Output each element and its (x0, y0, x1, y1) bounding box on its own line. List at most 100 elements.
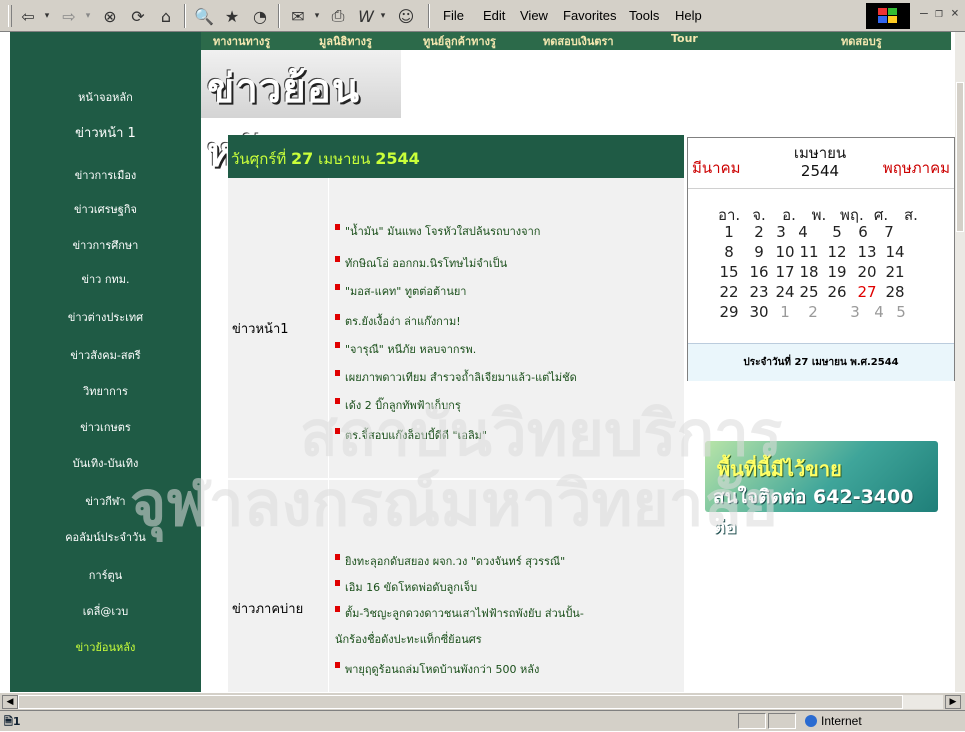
home-icon[interactable]: ⌂ (154, 5, 178, 27)
news-link[interactable]: เด้ง 2 บิ๊กลูกทัพฟ้าเก็บกรุ (335, 396, 461, 414)
calendar-day[interactable]: 22 (718, 283, 740, 301)
close-icon[interactable]: × (951, 6, 959, 21)
sidebar-item-foreign[interactable]: ข่าวต่างประเทศ (10, 308, 201, 326)
menu-help[interactable]: Help (675, 8, 702, 23)
calendar-day[interactable]: 1 (718, 223, 740, 241)
news-link[interactable]: "มอส-แคท" ทูตต่อต้านยา (335, 282, 466, 300)
minimize-icon[interactable]: – (920, 6, 928, 21)
refresh-icon[interactable]: ⟳ (126, 5, 150, 27)
calendar-day[interactable]: 10 (774, 243, 796, 261)
news-link[interactable]: ตร.ยังเงื้อง่า ล่าแก๊งกาม! (335, 312, 461, 330)
menu-favorites[interactable]: Favorites (563, 8, 616, 23)
sidebar-item-home[interactable]: หน้าจอหลัก (10, 88, 201, 106)
calendar-day[interactable]: 16 (748, 263, 770, 281)
sidebar-item-dailyweb[interactable]: เดลี่@เวบ (10, 602, 201, 620)
calendar-day[interactable]: 25 (798, 283, 820, 301)
calendar-day[interactable]: 23 (748, 283, 770, 301)
search-icon[interactable]: 🔍 (192, 5, 216, 27)
news-link-continued[interactable]: นักร้องชื่อดังปะทะแท็กซี่ย้อนศร (335, 630, 482, 648)
calendar-day[interactable]: 5 (826, 223, 848, 241)
calendar-day[interactable]: 8 (718, 243, 740, 261)
messenger-icon[interactable]: ☺ (394, 5, 418, 27)
sidebar-item-education[interactable]: ข่าวการศึกษา (10, 236, 201, 254)
edit-dropdown-icon[interactable]: ▾ (378, 5, 388, 27)
menu-edit[interactable]: Edit (483, 8, 505, 23)
calendar-day[interactable]: 11 (798, 243, 820, 261)
back-icon[interactable]: ⇦ (16, 5, 40, 27)
forward-icon[interactable]: ⇨ (57, 5, 81, 27)
news-link[interactable]: "น้ำมัน" มันแพง โจรหัวใสปล้นรถบางจาก (335, 222, 540, 240)
sidebar-item-cartoon[interactable]: การ์ตูน (10, 566, 201, 584)
calendar-prev-month[interactable]: มีนาคม (692, 156, 741, 180)
news-link[interactable]: พายุฤดูร้อนถล่มโหดบ้านพังกว่า 500 หลัง (335, 660, 539, 678)
sidebar-item-science[interactable]: วิทยาการ (10, 382, 201, 400)
calendar-day[interactable]: 13 (856, 243, 878, 261)
top-nav-item[interactable]: ทดสอบเงินตรา (543, 32, 614, 50)
news-link[interactable]: ตั้ม-วิชญะลูกดวงดาวชนเสาไฟฟ้ารถพังยับ ส่… (335, 604, 584, 622)
horizontal-scrollbar[interactable]: ◀ ▶ (0, 692, 965, 711)
news-link[interactable]: ทักษิณโอ่ ออกกม.นิรโทษไม่จำเป็น (335, 254, 507, 272)
calendar-day[interactable]: 2 (748, 223, 770, 241)
horizontal-scrollbar-thumb[interactable] (18, 695, 903, 709)
sidebar-item-economy[interactable]: ข่าวเศรษฐกิจ (10, 200, 201, 218)
top-nav-item[interactable]: มูลนิธิทางรู (319, 32, 372, 50)
calendar-day[interactable]: 12 (826, 243, 848, 261)
calendar-day[interactable]: 6 (852, 223, 874, 241)
mail-icon[interactable]: ✉ (286, 5, 310, 27)
calendar-day[interactable]: 19 (826, 263, 848, 281)
sidebar-item-bangkok[interactable]: ข่าว กทม. (10, 270, 201, 288)
sidebar-item-sports[interactable]: ข่าวกีฬา (10, 492, 201, 510)
menu-tools[interactable]: Tools (629, 8, 659, 23)
mail-dropdown-icon[interactable]: ▾ (312, 5, 322, 27)
sidebar-item-society[interactable]: ข่าวสังคม-สตรี (10, 346, 201, 364)
vertical-scrollbar-thumb[interactable] (956, 82, 964, 232)
calendar-day[interactable]: 3 (770, 223, 792, 241)
restore-icon[interactable]: ❐ (935, 6, 943, 21)
scroll-right-icon[interactable]: ▶ (945, 695, 961, 709)
calendar-day[interactable]: 18 (798, 263, 820, 281)
history-icon[interactable]: ◔ (248, 5, 272, 27)
calendar-next-month[interactable]: พฤษภาคม (883, 156, 950, 180)
calendar-day-today[interactable]: 27 (856, 283, 878, 301)
forward-dropdown-icon[interactable]: ▾ (82, 5, 94, 27)
sidebar-item-politics[interactable]: ข่าวการเมือง (10, 166, 201, 184)
news-link[interactable]: เผยภาพดาวเทียม สำรวจถ้ำลิเจียมาแล้ว-แต่ไ… (335, 368, 577, 386)
vertical-scrollbar[interactable] (955, 32, 965, 692)
sidebar-item-agriculture[interactable]: ข่าวเกษตร (10, 418, 201, 436)
news-link[interactable]: ตร.จี้สอบแก๊งล็อบบี้ดีดี "เอลิม" (335, 426, 487, 444)
calendar-day[interactable]: 17 (774, 263, 796, 281)
news-link[interactable]: เอิม 16 ขัดโหดพ่อดับลูกเจ็บ (335, 578, 477, 596)
calendar-day-next-month: 2 (808, 303, 818, 321)
menu-file[interactable]: File (443, 8, 464, 23)
calendar-day[interactable]: 9 (748, 243, 770, 261)
calendar-day[interactable]: 26 (826, 283, 848, 301)
calendar-day[interactable]: 29 (718, 303, 740, 321)
scroll-left-icon[interactable]: ◀ (2, 695, 18, 709)
calendar-day[interactable]: 30 (748, 303, 770, 321)
edit-word-icon[interactable]: W (354, 5, 378, 27)
back-dropdown-icon[interactable]: ▾ (41, 5, 53, 27)
calendar-day[interactable]: 20 (856, 263, 878, 281)
sidebar-item-archive[interactable]: ข่าวย้อนหลัง (10, 638, 201, 656)
calendar-day[interactable]: 14 (884, 243, 906, 261)
advertisement-banner[interactable]: พื้นที่นี้มีไว้ขาย สนใจติดต่อ 642-3400 ต… (705, 441, 938, 538)
news-link[interactable]: "จารุณี" หนีภัย หลบจากรพ. (335, 340, 476, 358)
calendar-day[interactable]: 28 (884, 283, 906, 301)
top-nav-item[interactable]: Tour (671, 32, 698, 45)
news-link[interactable]: ยิงทะลุอกดับสยอง ผจก.วง "ดวงจันทร์ สุวรร… (335, 552, 565, 570)
top-nav-item[interactable]: ทูนย์ลูกค้าทางรู (423, 32, 496, 50)
calendar-day[interactable]: 4 (792, 223, 814, 241)
favorites-icon[interactable]: ★ (220, 5, 244, 27)
menu-view[interactable]: View (520, 8, 548, 23)
calendar-day[interactable]: 21 (884, 263, 906, 281)
sidebar-item-front-page[interactable]: ข่าวหน้า 1 (10, 122, 201, 143)
top-nav-item[interactable]: ทางานทางรู (213, 32, 270, 50)
calendar-day[interactable]: 24 (774, 283, 796, 301)
sidebar-item-columns[interactable]: คอลัมน์ประจำวัน (10, 528, 201, 546)
calendar-day[interactable]: 7 (878, 223, 900, 241)
stop-icon[interactable]: ⊗ (98, 5, 122, 27)
top-nav-item[interactable]: ทดสอบรู (841, 32, 882, 50)
print-icon[interactable]: ⎙ (326, 5, 350, 27)
calendar-day[interactable]: 15 (718, 263, 740, 281)
sidebar-item-entertainment[interactable]: บันเทิง-บันเทิง (10, 454, 201, 472)
